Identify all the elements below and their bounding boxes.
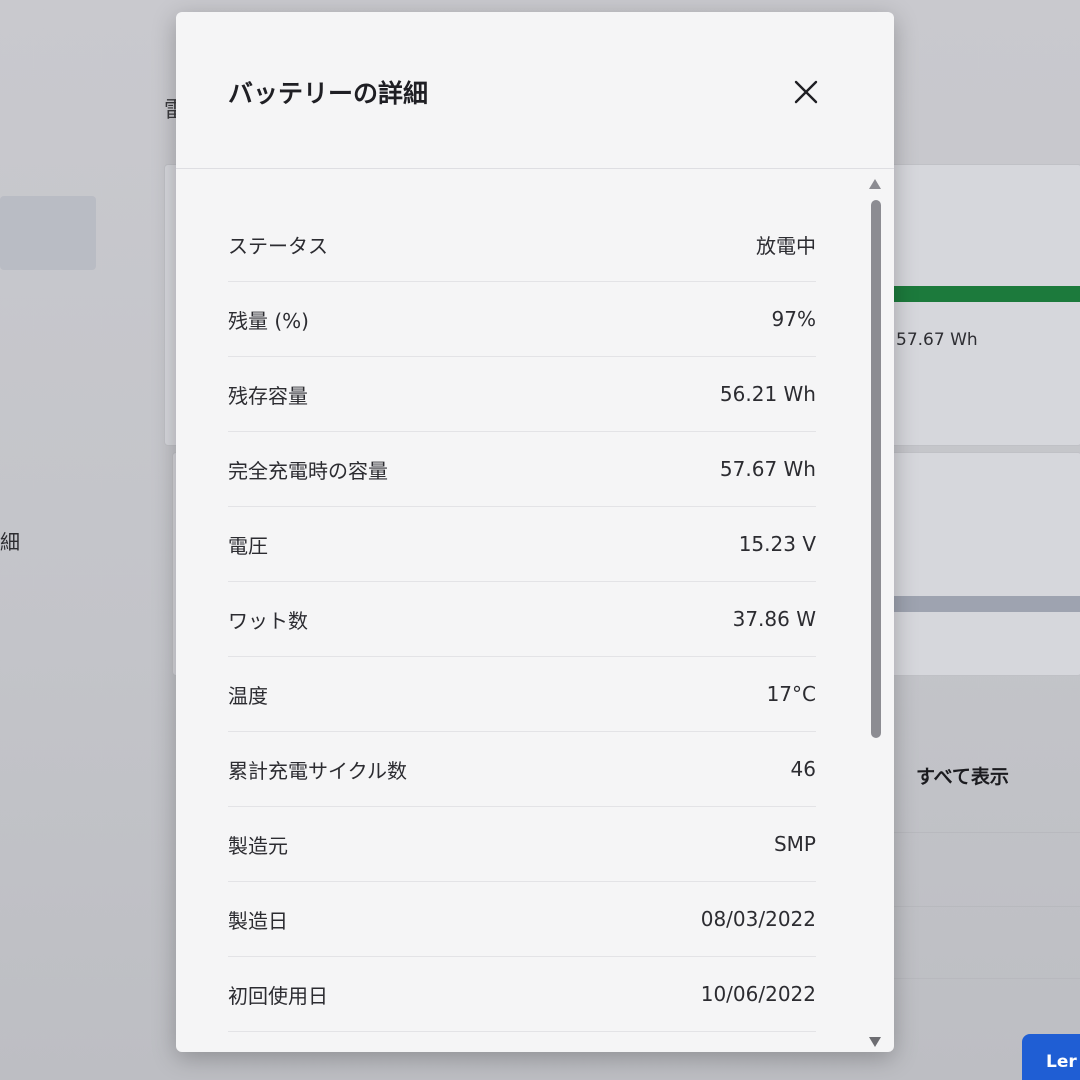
detail-label: ワット数: [228, 608, 308, 633]
dialog-scrollbar[interactable]: [864, 178, 886, 1052]
detail-value: SMP: [773, 832, 816, 856]
detail-label: ステータス: [228, 234, 328, 258]
detail-row-status: ステータス 放電中: [228, 170, 816, 282]
background-full-charge-value: 57.67 Wh: [896, 330, 978, 350]
detail-value: 97%: [771, 307, 816, 331]
detail-label: 残存容量: [228, 383, 308, 408]
close-button[interactable]: [782, 68, 830, 116]
detail-row-manufacturer: 製造元 SMP: [228, 807, 816, 882]
battery-detail-list: ステータス 放電中 残量 (%) 97% 残存容量 56.21 Wh 完全充電時…: [228, 170, 816, 1032]
background-progress-bar: [888, 596, 1080, 612]
battery-details-dialog: バッテリーの詳細 ステータス 放電中 残量 (%) 97% 残存容量 56.21…: [176, 12, 894, 1052]
detail-label: 初回使用日: [228, 983, 328, 1008]
detail-row-manufacture-date: 製造日 08/03/2022: [228, 882, 816, 957]
detail-label: 完全充電時の容量: [228, 458, 388, 483]
detail-value: 10/06/2022: [700, 982, 816, 1006]
background-side-label: 細: [0, 530, 20, 554]
detail-label: 温度: [228, 683, 268, 708]
scroll-thumb[interactable]: [871, 200, 881, 738]
background-charge-bar: [888, 286, 1080, 302]
scroll-down-arrow-icon[interactable]: [868, 1036, 882, 1048]
detail-value: 15.23 V: [738, 532, 816, 556]
detail-value: 37.86 W: [732, 607, 816, 631]
detail-row-first-use-date: 初回使用日 10/06/2022: [228, 957, 816, 1032]
detail-row-full-charge-capacity: 完全充電時の容量 57.67 Wh: [228, 432, 816, 507]
scroll-up-arrow-icon[interactable]: [868, 178, 882, 190]
detail-value: 57.67 Wh: [719, 457, 816, 481]
detail-row-cycle-count: 累計充電サイクル数 46: [228, 732, 816, 807]
detail-row-wattage: ワット数 37.86 W: [228, 582, 816, 657]
close-icon: [794, 80, 818, 104]
detail-value: 46: [790, 757, 816, 781]
detail-label: 製造元: [228, 833, 288, 858]
detail-label: 累計充電サイクル数: [228, 758, 407, 783]
background-nav-selected-item[interactable]: [0, 196, 96, 270]
detail-label: 電圧: [228, 533, 268, 558]
detail-label: 残量 (%): [228, 308, 309, 333]
show-all-link[interactable]: すべて表示: [916, 762, 1009, 789]
detail-row-voltage: 電圧 15.23 V: [228, 507, 816, 582]
detail-label: 製造日: [228, 908, 288, 933]
detail-value: 08/03/2022: [700, 907, 816, 931]
dialog-title: バッテリーの詳細: [228, 79, 429, 108]
detail-value: 56.21 Wh: [719, 382, 816, 406]
dialog-header: バッテリーの詳細: [176, 12, 894, 169]
detail-row-temperature: 温度 17°C: [228, 657, 816, 732]
detail-value: 17°C: [766, 682, 816, 706]
detail-row-charge-percent: 残量 (%) 97%: [228, 282, 816, 357]
detail-value: 放電中: [756, 234, 816, 258]
detail-row-remaining-capacity: 残存容量 56.21 Wh: [228, 357, 816, 432]
brand-button[interactable]: Ler: [1022, 1034, 1080, 1080]
